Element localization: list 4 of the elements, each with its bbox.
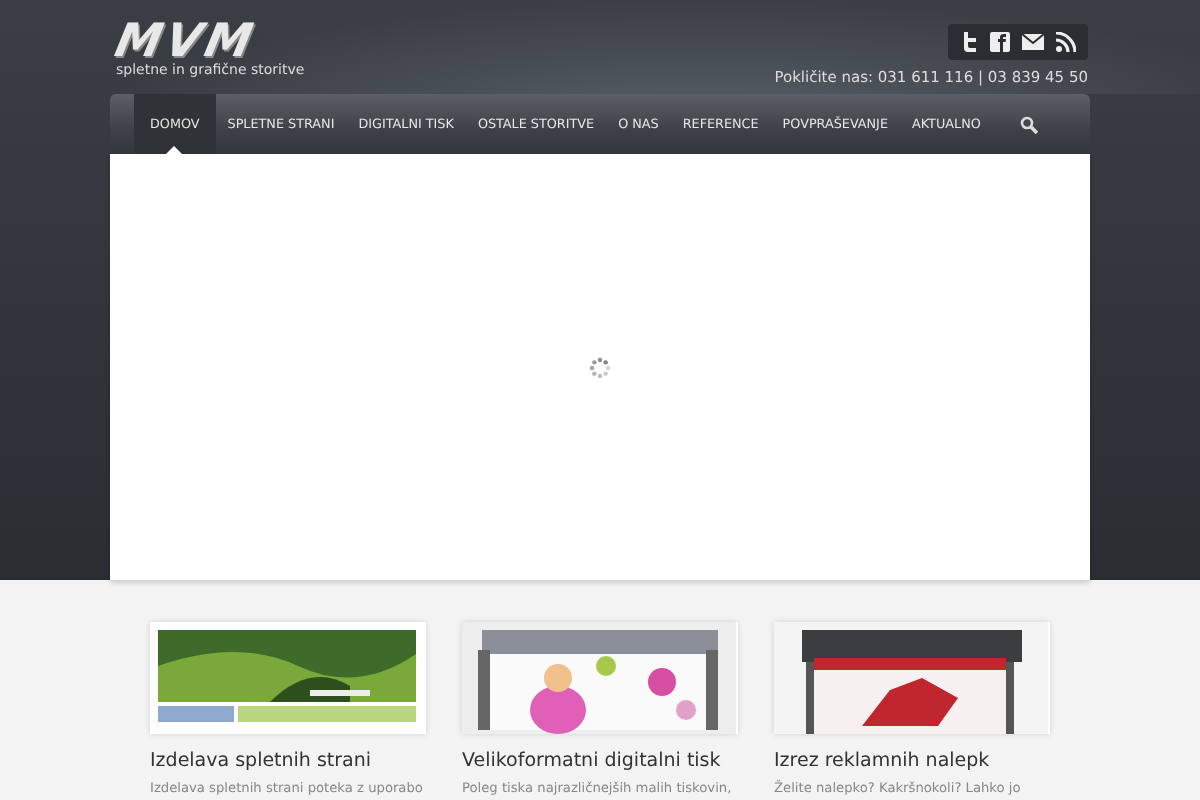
logo-text: MVM [111,22,260,62]
card-title: Izdelava spletnih strani [150,750,374,772]
card-title: Velikoformatni digitalni tisk [462,750,723,772]
card-title: Izrez reklamnih nalepk [774,750,992,772]
